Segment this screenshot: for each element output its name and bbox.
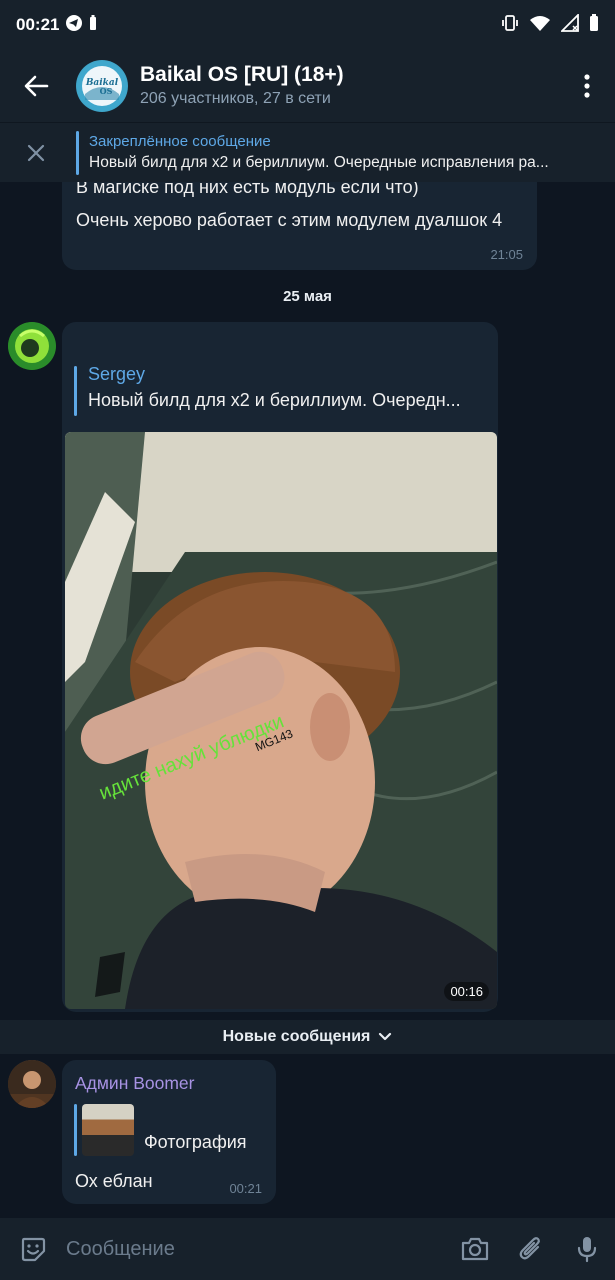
admin-avatar[interactable] [8, 1060, 56, 1108]
more-vertical-icon [584, 74, 590, 98]
new-messages-label: Новые сообщения [222, 1028, 371, 1045]
telegram-icon [65, 14, 83, 37]
message-bubble-admin[interactable]: Админ Boomer Фотография Ох еблан 00:21 [62, 1060, 276, 1204]
camera-icon [461, 1237, 489, 1261]
sticker-icon [21, 1237, 46, 1262]
message-text: Ох еблан [75, 1171, 153, 1191]
attach-button[interactable] [503, 1218, 559, 1280]
message-input-bar [0, 1218, 615, 1280]
message-photo[interactable]: идите нахуй ублюдки MG143 00:16 [65, 432, 497, 1009]
more-menu-button[interactable] [559, 58, 615, 114]
wifi-icon [529, 14, 551, 37]
reply-label: Фотография [144, 1132, 247, 1152]
reply-sender: Sergey [88, 364, 146, 384]
message-bubble-photo[interactable]: Sergey Новый билд для x2 и бериллиум. Оч… [62, 322, 498, 1012]
pinned-title: Закреплённое сообщение [89, 132, 271, 150]
message-input[interactable] [66, 1237, 447, 1261]
reply-text: Новый билд для x2 и бериллиум. Очередн..… [88, 390, 461, 410]
date-separator: 25 мая [283, 288, 332, 305]
vibrate-icon [501, 14, 519, 37]
message-text: Очень херово работает с этим модулем дуа… [76, 210, 503, 230]
chat-title[interactable]: Baikal OS [RU] (18+) [140, 62, 344, 88]
signal-icon [559, 12, 579, 37]
status-time: 00:21 [16, 15, 60, 34]
battery-small-icon [89, 14, 97, 36]
new-messages-divider[interactable]: Новые сообщения [0, 1020, 615, 1054]
pinned-message-bar[interactable]: Закреплённое сообщение Новый билд для x2… [0, 122, 615, 182]
voice-button[interactable] [559, 1218, 615, 1280]
paperclip-icon [519, 1237, 540, 1260]
message-time: 00:21 [229, 1181, 262, 1196]
status-bar: 00:21 [0, 0, 615, 50]
chat-avatar[interactable]: Baikal OS [76, 60, 128, 112]
sticker-button[interactable] [0, 1218, 66, 1280]
pinned-message-text: Новый билд для x2 и бериллиум. Очередные… [89, 153, 549, 171]
close-pinned-button[interactable] [0, 123, 72, 183]
sender-name[interactable]: Админ Boomer [75, 1073, 195, 1094]
message-time: 21:05 [490, 247, 523, 262]
arrow-left-icon [24, 75, 49, 97]
reply-preview[interactable]: Sergey Новый билд для x2 и бериллиум. Оч… [74, 364, 494, 416]
reply-accent-bar [74, 366, 77, 416]
reply-thumbnail[interactable] [82, 1104, 134, 1156]
back-button[interactable] [0, 50, 72, 122]
close-icon [27, 144, 45, 161]
pinned-accent-bar [76, 130, 79, 175]
camera-button[interactable] [447, 1218, 503, 1280]
chat-subtitle: 206 участников, 27 в сети [140, 90, 331, 107]
chat-header: Baikal OS Baikal OS [RU] (18+) 206 участ… [0, 50, 615, 122]
svg-text:OS: OS [100, 86, 113, 96]
chevron-down-icon [379, 1032, 392, 1041]
avatar[interactable] [8, 322, 56, 370]
battery-icon [589, 13, 599, 37]
microphone-icon [577, 1237, 597, 1263]
photo-time: 00:16 [444, 982, 489, 1001]
reply-accent-bar [74, 1104, 77, 1156]
